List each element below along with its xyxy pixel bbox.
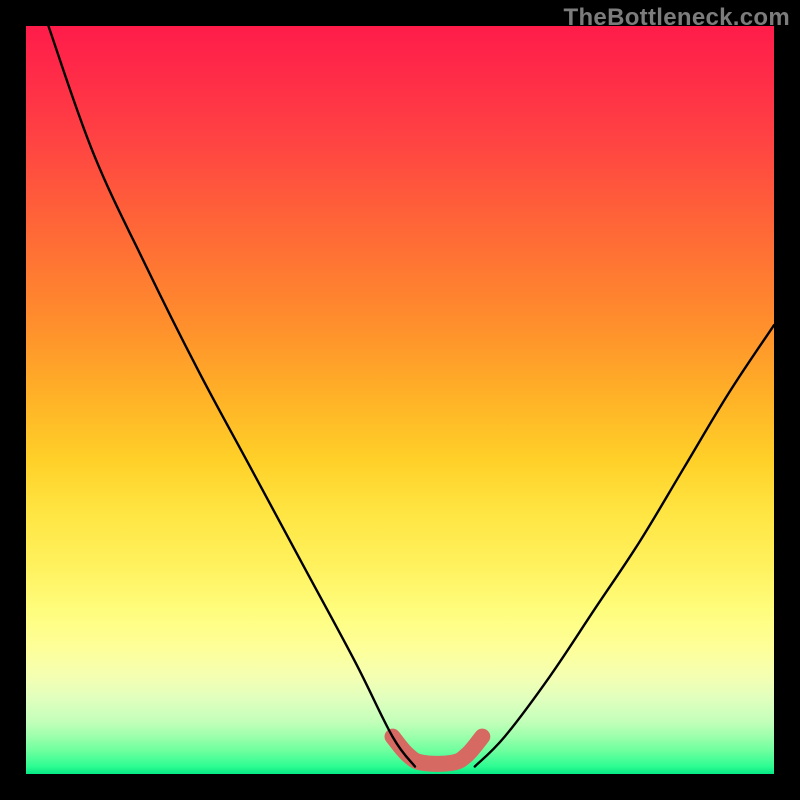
- chart-frame: TheBottleneck.com: [0, 0, 800, 800]
- plot-area: [26, 26, 774, 774]
- watermark-text: TheBottleneck.com: [564, 4, 790, 32]
- valley-marker-line: [393, 737, 483, 764]
- chart-svg: [26, 26, 774, 774]
- right-curve-line: [475, 325, 774, 766]
- left-curve-line: [48, 26, 415, 767]
